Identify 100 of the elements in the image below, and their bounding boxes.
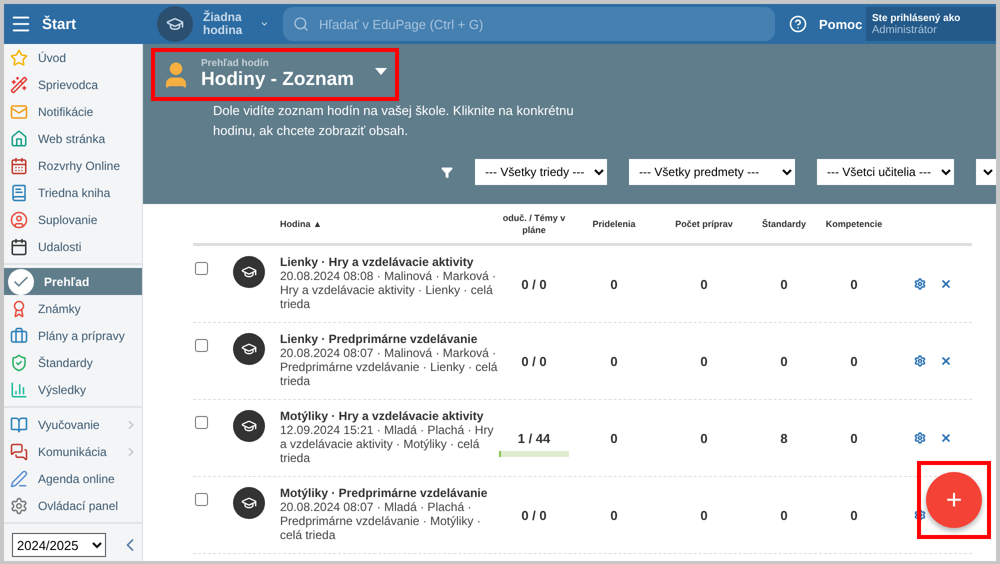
table-cell-text: 0 bbox=[779, 508, 789, 522]
sidebar-item[interactable]: Úvod bbox=[4, 44, 142, 71]
book-icon bbox=[10, 184, 28, 202]
year-select[interactable]: 2024/2025 bbox=[12, 533, 106, 557]
sidebar-item[interactable]: Ovládací panel bbox=[4, 492, 142, 519]
table-cell-text: 8 bbox=[779, 430, 789, 446]
caret-icon bbox=[375, 68, 387, 75]
search-input[interactable]: Hľadať v EduPage (Ctrl + G) bbox=[317, 16, 765, 32]
row-checkbox[interactable] bbox=[195, 339, 208, 352]
topics-count: 1 / 44 bbox=[518, 430, 550, 446]
row-checkbox[interactable] bbox=[195, 416, 208, 429]
lesson-cell[interactable]: Motýliky · Hry a vzdelávacie aktivity 12.09.2024 15:21 · Mladá · Plachá · Hry a vzdelávacie aktivity · Motýliky · celá trieda bbox=[280, 409, 498, 465]
page-description: Dole vidíte zoznam hodín na vašej škole. Kliknite na konkrétnu hodinu, ak chcete zobraziť obsah. bbox=[213, 102, 575, 140]
table-cell-text: 0 bbox=[609, 276, 619, 292]
table-cell-text: 0 bbox=[699, 430, 709, 446]
sidebar-item[interactable]: Sprievodca bbox=[4, 71, 142, 98]
gear-icon bbox=[10, 496, 28, 514]
settings-icon bbox=[914, 509, 926, 521]
page-subtitle: Prehľad hodín bbox=[201, 58, 270, 69]
sidebar-item[interactable]: Notifikácie bbox=[4, 98, 142, 125]
table-cell-text: 0 bbox=[699, 276, 709, 292]
user-caption: Ste prihlásený ako bbox=[872, 12, 962, 24]
settings-button[interactable] bbox=[914, 355, 926, 367]
search-icon bbox=[293, 16, 309, 32]
lesson-cell[interactable]: Motýliky · Predprimárne vzdelávanie 20.08.2024 08:07 · Mladá · Plachá · Predprimárne vzdelávanie · Motýliky · celá trieda bbox=[280, 486, 498, 542]
filter-select[interactable]: --- Všetci učitelia --- bbox=[817, 159, 954, 185]
sidebar-item[interactable]: Vyučovanie bbox=[4, 411, 142, 438]
graduation-cap-icon bbox=[232, 487, 264, 519]
user-panel[interactable]: Ste prihlásený ako Administrátor bbox=[866, 7, 996, 41]
shield-icon bbox=[10, 354, 28, 372]
sidebar-item[interactable]: Prehľad bbox=[4, 268, 142, 295]
row-checkbox[interactable] bbox=[195, 493, 208, 506]
column-header: Kompetencie bbox=[826, 218, 882, 230]
topics-count: 0 / 0 bbox=[521, 354, 547, 368]
sidebar-item[interactable]: Suplovanie bbox=[4, 206, 142, 233]
table-cell-text: 0 bbox=[699, 508, 709, 522]
envelope-icon bbox=[10, 102, 28, 120]
settings-button[interactable] bbox=[914, 278, 926, 290]
user-name: Administrátor bbox=[872, 24, 937, 36]
close-icon bbox=[940, 432, 952, 444]
help-button[interactable]: Pomoc bbox=[789, 15, 862, 33]
table-cell-text: 0 bbox=[609, 508, 619, 522]
close-button[interactable] bbox=[940, 278, 952, 290]
settings-icon bbox=[914, 432, 926, 444]
row-checkbox[interactable] bbox=[195, 262, 208, 275]
sidebar-item[interactable]: Web stránka bbox=[4, 125, 142, 152]
settings-icon bbox=[914, 278, 926, 290]
sidebar-item[interactable]: Udalosti bbox=[4, 233, 142, 260]
sidebar-item[interactable]: Rozvrhy Online bbox=[4, 152, 142, 179]
table-cell-text: 0 bbox=[849, 276, 859, 292]
sidebar-item[interactable]: Výsledky bbox=[4, 376, 142, 403]
sidebar-item[interactable]: Plány a prípravy bbox=[4, 322, 142, 349]
sidebar-item[interactable]: Triedna kniha bbox=[4, 179, 142, 206]
column-header: Počet príprav bbox=[675, 218, 733, 230]
help-icon bbox=[789, 15, 807, 33]
settings-icon bbox=[914, 355, 926, 367]
search-field[interactable]: Hľadať v EduPage (Ctrl + G) bbox=[283, 7, 775, 41]
filter-select[interactable]: --- Všetky triedy --- bbox=[475, 159, 608, 185]
graduation-cap-icon bbox=[232, 256, 264, 288]
graduation-cap-icon bbox=[232, 410, 264, 442]
page-title: Hodiny - Zoznam bbox=[201, 69, 354, 91]
close-button[interactable] bbox=[940, 432, 952, 444]
table-cell-text: 0 bbox=[849, 354, 859, 368]
settings-button[interactable] bbox=[914, 432, 926, 444]
pen-icon bbox=[10, 470, 28, 488]
table-cell-text: 0 bbox=[779, 354, 789, 368]
sidebar-item[interactable]: Štandardy bbox=[4, 349, 142, 376]
checkmark-icon bbox=[8, 268, 34, 294]
lesson-cell[interactable]: Lienky · Predprimárne vzdelávanie 20.08.2024 08:07 · Malinová · Marková · Predprimárne vzdelávanie · Lienky · celá trieda bbox=[280, 332, 498, 388]
page-title-dropdown[interactable]: Prehľad hodín Hodiny - Zoznam bbox=[151, 48, 399, 101]
sidebar-item[interactable]: Agenda online bbox=[4, 465, 142, 492]
graduation-cap-icon bbox=[166, 15, 184, 33]
lesson-selector[interactable]: Žiadna hodina bbox=[203, 11, 269, 37]
graduation-cap-icon bbox=[232, 333, 264, 365]
bar-chart-icon bbox=[10, 380, 28, 398]
table-cell-text: 0 bbox=[849, 430, 859, 446]
table-cell-text: 0 bbox=[849, 508, 859, 522]
sidebar-item[interactable]: Komunikácia bbox=[4, 438, 142, 465]
filter-select[interactable]: --- Všetky predmety --- bbox=[629, 159, 795, 185]
close-icon bbox=[940, 278, 952, 290]
start-menu-button[interactable]: Štart bbox=[4, 4, 143, 44]
column-header[interactable]: Hodina ▲ bbox=[280, 218, 322, 230]
chat-bubbles-icon bbox=[10, 442, 28, 460]
add-button[interactable]: + bbox=[926, 472, 982, 528]
close-button[interactable] bbox=[940, 355, 952, 367]
sidebar-item[interactable]: Známky bbox=[4, 295, 142, 322]
calendar-icon bbox=[10, 238, 28, 256]
briefcase-icon bbox=[10, 326, 28, 344]
filter-select[interactable] bbox=[976, 159, 996, 185]
lesson-cell[interactable]: Lienky · Hry a vzdelávacie aktivity 20.08.2024 08:08 · Malinová · Marková · Hry a vzdelávacie aktivity · Lienky · celá trieda bbox=[280, 255, 498, 311]
topics-count: 0 / 0 bbox=[521, 508, 547, 522]
column-header: Štandardy bbox=[762, 218, 806, 230]
lesson-avatar[interactable] bbox=[157, 6, 193, 42]
table-cell-text: 0 bbox=[609, 430, 619, 446]
close-icon bbox=[940, 355, 952, 367]
calendar-grid-icon bbox=[10, 156, 28, 174]
settings-button[interactable] bbox=[914, 509, 926, 521]
table-cell-text: 0 bbox=[779, 276, 789, 292]
person-icon bbox=[10, 210, 28, 228]
column-header: oduč. / Témy v pláne bbox=[502, 212, 566, 236]
